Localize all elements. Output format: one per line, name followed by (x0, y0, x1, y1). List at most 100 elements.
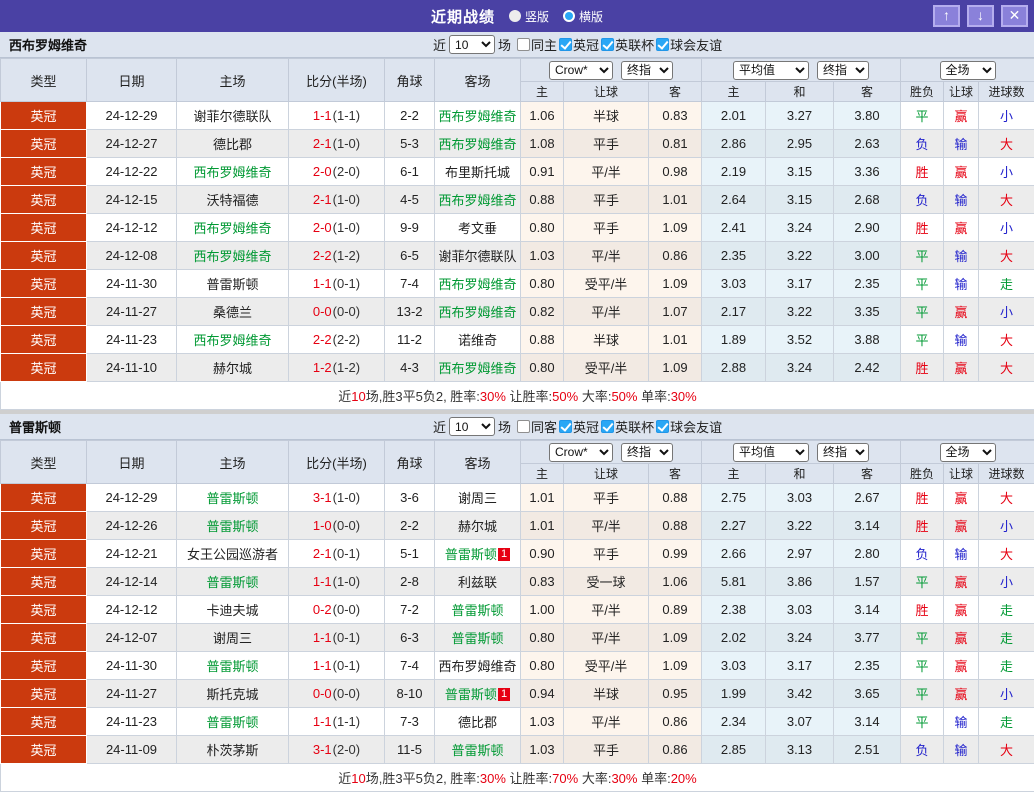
avg-draw-odds: 3.15 (766, 158, 834, 186)
fulltime-select[interactable]: 全场 (940, 443, 996, 462)
bookmaker-select[interactable]: Crow* (549, 61, 613, 80)
avg-away-odds: 3.35 (834, 298, 901, 326)
fulltime-score: 1-0 (313, 518, 332, 533)
league-checkbox-2[interactable] (656, 38, 669, 51)
bookmaker-select[interactable]: Crow* (549, 443, 613, 462)
league-checkbox-0[interactable] (559, 420, 572, 433)
league-label-2: 球会友谊 (670, 417, 722, 436)
team-name: 西布罗姆维奇 (438, 109, 516, 124)
avg-draw-odds: 2.95 (766, 130, 834, 158)
final-odds-select[interactable]: 终指 (621, 61, 673, 80)
move-down-button[interactable]: ↓ (967, 5, 994, 27)
league-checkbox-0[interactable] (559, 38, 572, 51)
fulltime-score: 2-1 (313, 192, 332, 207)
goals-result-cell: 大 (979, 484, 1034, 512)
avg-away-odds: 2.63 (834, 130, 901, 158)
move-up-button[interactable]: ↑ (933, 5, 960, 27)
match-date: 24-11-27 (87, 680, 177, 708)
same-venue-checkbox[interactable] (517, 420, 530, 433)
fulltime-score: 3-1 (313, 490, 332, 505)
avg-home-odds: 2.38 (702, 596, 766, 624)
handicap-away-odds: 1.06 (649, 568, 702, 596)
team-name: 普雷斯顿 (451, 631, 503, 646)
fulltime-select[interactable]: 全场 (940, 61, 996, 80)
avg-draw-odds: 3.22 (766, 512, 834, 540)
fulltime-score: 1-2 (313, 360, 332, 375)
avg-home-odds: 5.81 (702, 568, 766, 596)
average-odds-select[interactable]: 平均值 (733, 61, 809, 80)
goals-result-cell: 小 (979, 568, 1034, 596)
handicap-away-odds: 0.95 (649, 680, 702, 708)
same-venue-checkbox[interactable] (517, 38, 530, 51)
result-cell: 平 (901, 242, 944, 270)
col-header-score: 比分(半场) (289, 441, 385, 484)
score-cell: 1-1(1-0) (289, 568, 385, 596)
fulltime-score: 2-2 (313, 332, 332, 347)
league-checkbox-1[interactable] (601, 420, 614, 433)
match-date: 24-11-23 (87, 708, 177, 736)
corner-cell: 2-2 (385, 512, 435, 540)
close-icon: ✕ (1009, 7, 1021, 23)
fulltime-score: 1-1 (313, 574, 332, 589)
avg-home-odds: 2.02 (702, 624, 766, 652)
goals-result-cell: 大 (979, 326, 1034, 354)
handicap-result-cell: 赢 (944, 652, 979, 680)
avg-draw-odds: 3.52 (766, 326, 834, 354)
score-cell: 1-2(1-2) (289, 354, 385, 382)
handicap-line: 平/半 (564, 624, 649, 652)
team-name-label: 普雷斯顿 (0, 417, 61, 436)
result-cell: 负 (901, 736, 944, 764)
match-row: 英冠24-11-23普雷斯顿1-1(1-1)7-3德比郡1.03平/半0.862… (1, 708, 1034, 736)
summary-segment: 50% (552, 389, 578, 404)
league-checkbox-1[interactable] (601, 38, 614, 51)
games-count-select[interactable]: 10 (449, 35, 495, 54)
match-row: 英冠24-12-08西布罗姆维奇2-2(1-2)6-5谢菲尔德联队1.03平/半… (1, 242, 1034, 270)
match-row: 英冠24-12-15沃特福德2-1(1-0)4-5西布罗姆维奇0.88平手1.0… (1, 186, 1034, 214)
avg-home-odds: 2.35 (702, 242, 766, 270)
close-button[interactable]: ✕ (1001, 5, 1028, 27)
handicap-line: 受平/半 (564, 354, 649, 382)
match-row: 英冠24-11-10赫尔城1-2(1-2)4-3西布罗姆维奇0.80受平/半1.… (1, 354, 1034, 382)
fulltime-header: 全场 (901, 59, 1034, 82)
team-name: 女王公园巡游者 (187, 547, 278, 562)
final-odds-select[interactable]: 终指 (621, 443, 673, 462)
avg-away-odds: 3.80 (834, 102, 901, 130)
team-name: 赫尔城 (458, 519, 497, 534)
handicap-home-odds: 1.06 (521, 102, 564, 130)
europe-odds-header: 平均值终指 (702, 441, 901, 464)
avg-draw-odds: 3.17 (766, 652, 834, 680)
sub-header-odds-home: 主 (702, 82, 766, 102)
avg-home-odds: 3.03 (702, 652, 766, 680)
handicap-away-odds: 1.09 (649, 270, 702, 298)
corner-cell: 13-2 (385, 298, 435, 326)
avg-draw-odds: 3.86 (766, 568, 834, 596)
handicap-home-odds: 0.80 (521, 270, 564, 298)
away-team-cell: 德比郡 (435, 708, 521, 736)
handicap-home-odds: 0.91 (521, 158, 564, 186)
result-cell: 平 (901, 708, 944, 736)
average-odds-select[interactable]: 平均值 (733, 443, 809, 462)
result-cell: 胜 (901, 596, 944, 624)
team-name: 诺维奇 (458, 333, 497, 348)
league-checkbox-2[interactable] (656, 420, 669, 433)
away-team-cell: 普雷斯顿 (435, 624, 521, 652)
summary-segment: 场,胜3平5负2, 胜率: (366, 389, 480, 404)
horizontal-layout-radio[interactable] (563, 10, 575, 22)
avg-away-odds: 2.35 (834, 652, 901, 680)
sub-header-goals: 进球数 (979, 82, 1034, 102)
home-team-cell: 普雷斯顿 (177, 484, 289, 512)
corner-cell: 7-2 (385, 596, 435, 624)
vertical-layout-radio[interactable] (509, 10, 521, 22)
final-odds-select-2[interactable]: 终指 (817, 61, 869, 80)
corner-cell: 7-4 (385, 270, 435, 298)
summary-segment: 20% (671, 771, 697, 786)
sub-header-goals: 进球数 (979, 464, 1034, 484)
handicap-home-odds: 0.88 (521, 326, 564, 354)
league-badge: 英冠 (1, 326, 87, 354)
final-odds-select-2[interactable]: 终指 (817, 443, 869, 462)
result-cell: 负 (901, 130, 944, 158)
league-badge: 英冠 (1, 624, 87, 652)
score-cell: 1-0(0-0) (289, 512, 385, 540)
games-count-select[interactable]: 10 (449, 417, 495, 436)
league-badge: 英冠 (1, 484, 87, 512)
